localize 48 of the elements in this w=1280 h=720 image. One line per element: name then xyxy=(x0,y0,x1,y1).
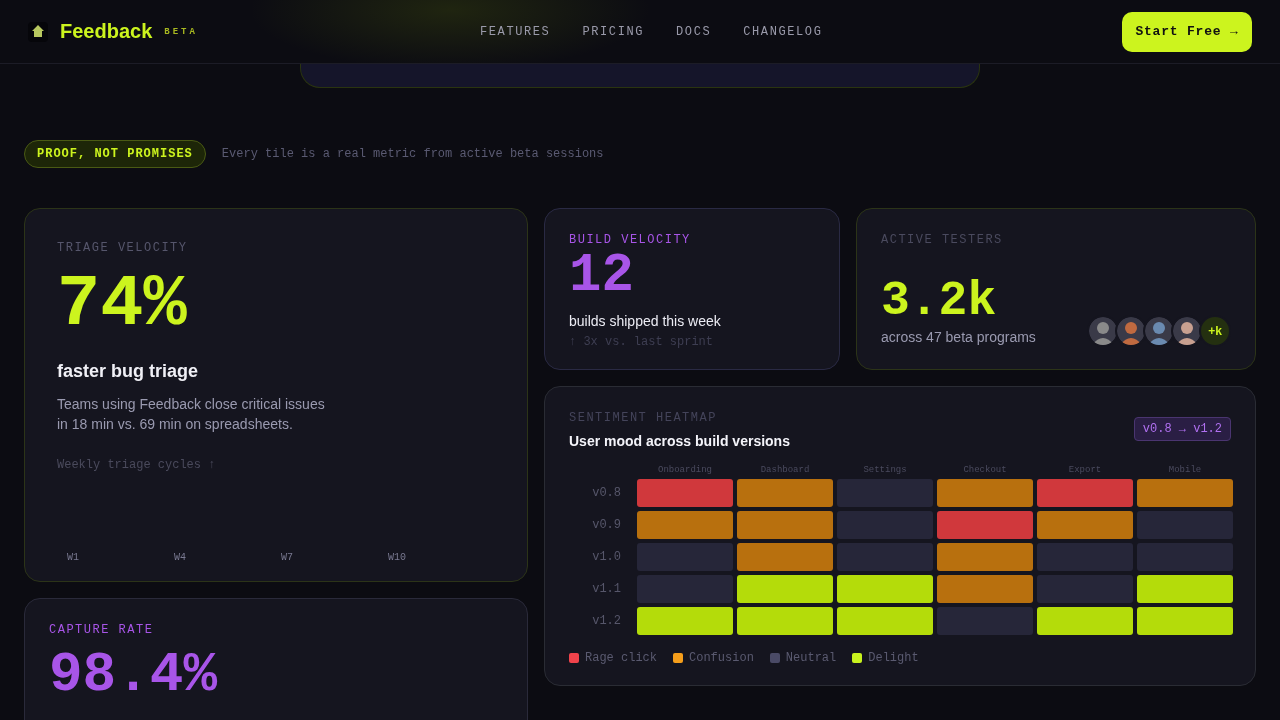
metric-label: ACTIVE TESTERS xyxy=(881,233,1004,247)
metric-value: 3.2k xyxy=(881,277,998,325)
version-label: v1.0 xyxy=(591,550,622,564)
version-label: v0.9 xyxy=(591,518,622,532)
metric-caption: across 47 beta programs xyxy=(881,329,1036,345)
week-label: W7 xyxy=(281,552,294,563)
nav-link[interactable]: DOCS xyxy=(676,24,712,39)
legend-label: Rage click xyxy=(585,651,657,665)
legend-label: Neutral xyxy=(785,651,837,665)
metric-value: 12 xyxy=(569,249,635,303)
week-label: W1 xyxy=(67,552,80,563)
column-header: Dashboard xyxy=(759,465,811,475)
metric-caption: builds shipped this week xyxy=(569,313,722,329)
version-label: v0.8 xyxy=(591,486,622,500)
avatar xyxy=(1087,315,1119,347)
week-label: W4 xyxy=(174,552,187,563)
column-header: Settings xyxy=(862,465,908,475)
column-header: Onboarding xyxy=(657,465,713,475)
avatar xyxy=(1143,315,1175,347)
metric-description: Teams using Feedback close critical issues in 18 min vs. 69 min on spreadsheets. xyxy=(57,395,326,434)
card-label: SENTIMENT HEATMAP xyxy=(569,411,718,425)
metric-value: 98.4% xyxy=(49,647,219,703)
more-testers-badge: +k xyxy=(1199,315,1231,347)
section-subtitle: Every tile is a real metric from active beta sessions xyxy=(221,147,604,161)
nav-link[interactable]: FEATURES xyxy=(480,24,551,39)
card-title: User mood across build versions xyxy=(569,433,790,449)
brand-name: Feedback xyxy=(60,20,153,43)
section-tag: PROOF, NOT PROMISES xyxy=(24,140,206,168)
nav-link[interactable]: PRICING xyxy=(582,24,645,39)
beta-label: BETA xyxy=(164,26,198,37)
metric-value: 74% xyxy=(57,269,188,341)
logo-icon xyxy=(28,21,48,42)
metric-label: CAPTURE RATE xyxy=(49,623,155,637)
metric-subtitle: faster bug triage xyxy=(57,361,200,382)
version-label: v1.2 xyxy=(591,614,622,628)
avatar xyxy=(1115,315,1147,347)
legend-label: Delight xyxy=(868,651,919,665)
week-label: W10 xyxy=(388,552,407,563)
legend-label: Confusion xyxy=(689,651,754,665)
metric-label: TRIAGE VELOCITY xyxy=(57,241,189,255)
chart-label: Weekly triage cycles ↑ xyxy=(57,458,217,472)
column-header: Export xyxy=(1067,465,1103,475)
metric-label: BUILD VELOCITY xyxy=(569,233,692,247)
version-label: v1.1 xyxy=(591,582,622,596)
start-free-button[interactable]: Start Free → xyxy=(1122,11,1252,52)
nav-link[interactable]: CHANGELOG xyxy=(743,24,823,39)
version-range: v0.8 → v1.2 xyxy=(1133,417,1231,441)
column-header: Checkout xyxy=(962,465,1008,475)
